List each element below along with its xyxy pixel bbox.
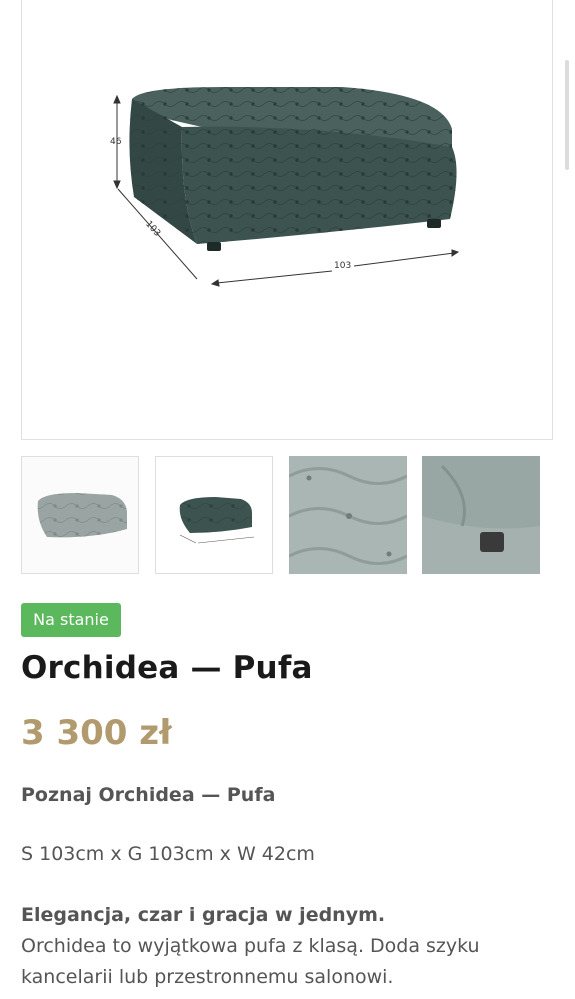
thumbnail-dark-pouf[interactable]: [155, 456, 273, 574]
product-dimensions: S 103cm x G 103cm x W 42cm: [21, 843, 315, 865]
thumbnail-image: [22, 457, 138, 573]
product-title: Orchidea — Pufa: [21, 650, 313, 686]
description-lead: Elegancja, czar i gracja w jednym.: [21, 904, 386, 926]
product-description: Elegancja, czar i gracja w jednym. Orchi…: [21, 900, 561, 993]
thumbnail-fabric-closeup[interactable]: [289, 456, 407, 574]
thumbnail-image: [289, 456, 407, 574]
description-body: Orchidea to wyjątkowa pufa z klasą. Doda…: [21, 935, 480, 988]
thumbnail-image: [156, 457, 272, 573]
pouf-illustration: [113, 87, 460, 287]
scrollbar[interactable]: [565, 60, 569, 170]
product-intro: Poznaj Orchidea — Pufa: [21, 784, 276, 806]
product-main-image[interactable]: 46 103 103: [21, 0, 553, 440]
product-price: 3 300 zł: [21, 713, 172, 753]
thumbnail-leg-closeup[interactable]: [422, 456, 540, 574]
thumbnail-gallery: [21, 456, 561, 574]
thumbnail-light-grey-pouf[interactable]: [21, 456, 139, 574]
thumbnail-image: [422, 456, 540, 574]
width-dimension-label: 103: [334, 261, 352, 271]
stock-badge: Na stanie: [21, 603, 121, 637]
height-dimension-label: 46: [110, 137, 122, 147]
